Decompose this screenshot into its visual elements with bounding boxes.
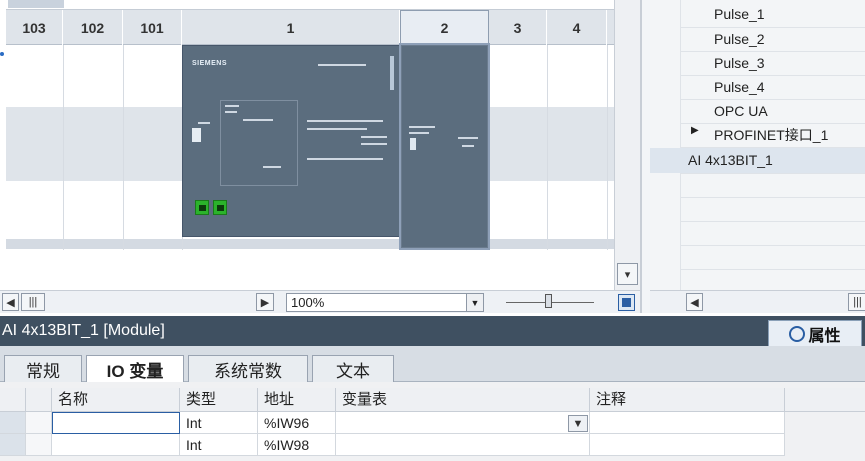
- cpu-module[interactable]: SIEMENS: [182, 45, 400, 237]
- scroll-right-icon[interactable]: ▶: [256, 293, 274, 311]
- overview-item[interactable]: Pulse_1: [714, 2, 765, 26]
- device-overview-panel: Pulse_1 Pulse_2 Pulse_3 Pulse_4 OPC UA ▶…: [640, 0, 865, 313]
- siemens-logo: SIEMENS: [192, 60, 228, 67]
- ethernet-port-icon: [195, 200, 209, 215]
- io-tags-table: 名称 类型 地址 变量表 注释 Int %IW96 ▼ Int %IW98: [0, 382, 865, 461]
- slot-header-103[interactable]: 103: [6, 10, 63, 45]
- zoom-select[interactable]: 100% ▼: [286, 293, 484, 312]
- slot-header-101[interactable]: 101: [123, 10, 182, 45]
- address-cell[interactable]: %IW96: [258, 412, 336, 434]
- zoom-value: 100%: [291, 295, 325, 310]
- type-cell[interactable]: Int: [180, 412, 258, 434]
- tag-table-cell[interactable]: [336, 412, 590, 434]
- overview-item[interactable]: PROFINET接口_1: [714, 123, 828, 147]
- slot-header-4[interactable]: 4: [547, 10, 607, 45]
- vertical-scrollbar[interactable]: ▾: [614, 0, 640, 290]
- expand-arrow-icon[interactable]: ▶: [691, 125, 699, 136]
- slot-header-1[interactable]: 1: [182, 10, 400, 45]
- scroll-left-icon[interactable]: ◀: [2, 293, 19, 311]
- rack-rail: [6, 239, 614, 249]
- tab-system-constants[interactable]: 系统常数: [188, 355, 308, 382]
- inspector-tabs: 常规 IO 变量 系统常数 文本: [0, 346, 865, 383]
- row-selector[interactable]: [0, 434, 26, 456]
- overview-item[interactable]: OPC UA: [714, 99, 768, 123]
- chevron-down-icon[interactable]: ▼: [568, 415, 588, 432]
- header-select: [0, 388, 26, 412]
- overview-item-selected[interactable]: AI 4x13BIT_1: [688, 148, 773, 172]
- panel-scrollbar[interactable]: ◀ |||: [650, 290, 865, 313]
- comment-cell[interactable]: [590, 434, 785, 456]
- overview-item[interactable]: Pulse_2: [714, 27, 765, 51]
- type-cell[interactable]: Int: [180, 434, 258, 456]
- header-type[interactable]: 类型: [180, 388, 258, 412]
- properties-label: 属性: [808, 328, 841, 345]
- device-view-toolbar: ◀ ||| ▶ 100% ▼: [0, 290, 640, 313]
- chevron-down-icon[interactable]: ▼: [466, 294, 483, 311]
- tab-general[interactable]: 常规: [4, 355, 82, 382]
- address-cell[interactable]: %IW98: [258, 434, 336, 456]
- properties-icon: [789, 326, 806, 342]
- top-strip: [8, 0, 64, 8]
- slot-divider: [63, 45, 64, 250]
- connector-dot: [0, 52, 4, 56]
- zoom-slider-handle[interactable]: [545, 294, 552, 308]
- status-leds: [192, 128, 201, 142]
- slot-divider: [547, 45, 548, 250]
- ethernet-port-icon: [213, 200, 227, 215]
- header-name[interactable]: 名称: [52, 388, 180, 412]
- overview-item[interactable]: Pulse_3: [714, 51, 765, 75]
- tab-io-tags[interactable]: IO 变量: [86, 355, 184, 383]
- properties-button[interactable]: 属性: [768, 320, 862, 348]
- header-comment[interactable]: 注释: [590, 388, 785, 412]
- overview-item[interactable]: Pulse_4: [714, 75, 765, 99]
- scroll-left-icon[interactable]: ◀: [686, 293, 703, 311]
- scroll-thumb[interactable]: |||: [848, 293, 865, 311]
- overview-icon[interactable]: [618, 294, 635, 311]
- scroll-down-icon[interactable]: ▾: [617, 263, 638, 285]
- tag-table-cell[interactable]: [336, 434, 590, 456]
- header-icon: [26, 388, 52, 412]
- row-selector[interactable]: [0, 412, 26, 434]
- header-tag-table[interactable]: 变量表: [336, 388, 590, 412]
- tab-texts[interactable]: 文本: [312, 355, 394, 382]
- row-icon: [26, 412, 52, 434]
- slot-divider: [607, 45, 608, 250]
- slot-header-row: 103 102 101 1 2 3 4: [6, 9, 614, 45]
- name-input[interactable]: [52, 412, 180, 434]
- slot-header-2[interactable]: 2: [400, 10, 489, 45]
- slot-header-102[interactable]: 102: [63, 10, 123, 45]
- name-cell[interactable]: [52, 434, 180, 456]
- slot-header-3[interactable]: 3: [489, 10, 547, 45]
- module-title-bar: AI 4x13BIT_1 [Module]: [0, 316, 865, 346]
- comment-cell[interactable]: [590, 412, 785, 434]
- device-view-canvas[interactable]: 103 102 101 1 2 3 4 SIEMENS: [0, 0, 614, 290]
- slot-divider: [123, 45, 124, 250]
- cpu-front-panel: [220, 100, 298, 186]
- header-address[interactable]: 地址: [258, 388, 336, 412]
- row-icon: [26, 434, 52, 456]
- ai-module[interactable]: [399, 43, 490, 250]
- scroll-thumb[interactable]: |||: [21, 293, 45, 311]
